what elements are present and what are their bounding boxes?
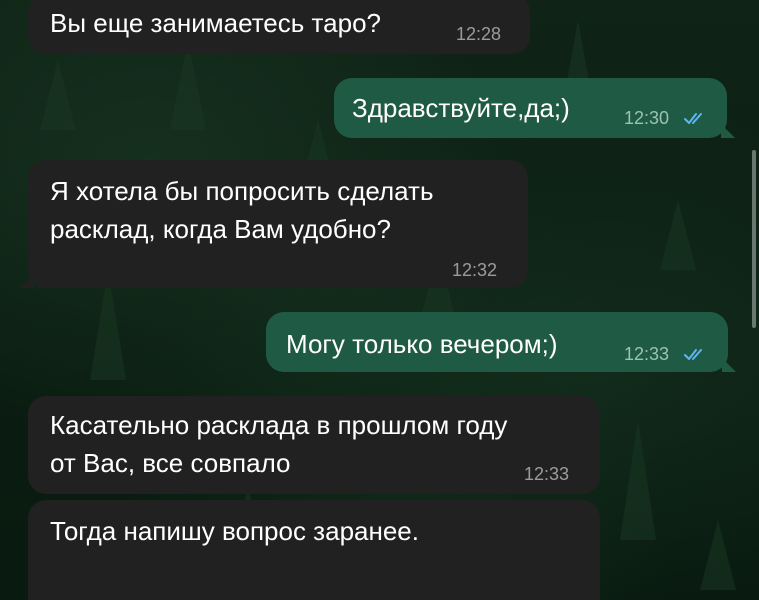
message-time: 12:28 bbox=[456, 24, 502, 44]
message-text-line: от Вас, все совпало bbox=[50, 448, 291, 478]
message-bubble-incoming[interactable]: Тогда напишу вопрос заранее. bbox=[28, 500, 600, 600]
double-check-icon bbox=[684, 349, 702, 360]
message-bubble-outgoing[interactable]: Здравствуйте,да;) 12:30 bbox=[334, 78, 735, 138]
message-text-line: Я хотела бы попросить сделать bbox=[50, 176, 434, 206]
message-text-line: расклад, когда Вам удобно? bbox=[50, 214, 391, 244]
message-bubble-outgoing[interactable]: Могу только вечером;) 12:33 bbox=[266, 312, 736, 372]
message-bubble-incoming[interactable]: Касательно расклада в прошлом году от Ва… bbox=[28, 396, 600, 494]
forest-tree-shape bbox=[40, 60, 76, 130]
message-text: Тогда напишу вопрос заранее. bbox=[50, 516, 419, 546]
message-time: 12:33 bbox=[624, 344, 670, 364]
message-time: 12:33 bbox=[524, 464, 570, 484]
message-time: 12:32 bbox=[452, 260, 498, 280]
forest-tree-shape bbox=[660, 200, 696, 270]
message-bubble-incoming[interactable]: Я хотела бы попросить сделать расклад, к… bbox=[20, 160, 528, 288]
bubble-tail bbox=[722, 358, 736, 372]
bubble-tail bbox=[20, 274, 34, 288]
message-text: Здравствуйте,да;) bbox=[352, 93, 570, 123]
double-check-icon bbox=[684, 113, 702, 124]
bubble-tail bbox=[721, 124, 735, 138]
message-text: Могу только вечером;) bbox=[286, 329, 558, 359]
message-time: 12:30 bbox=[624, 108, 670, 128]
forest-tree-shape bbox=[620, 420, 656, 540]
message-text-line: Касательно расклада в прошлом году bbox=[50, 410, 508, 440]
message-text: Вы еще занимаетесь таро? bbox=[50, 8, 381, 38]
scrollbar[interactable] bbox=[752, 150, 756, 328]
forest-tree-shape bbox=[700, 520, 736, 590]
message-bubble-incoming[interactable]: Вы еще занимаетесь таро? 12:28 bbox=[28, 0, 530, 54]
